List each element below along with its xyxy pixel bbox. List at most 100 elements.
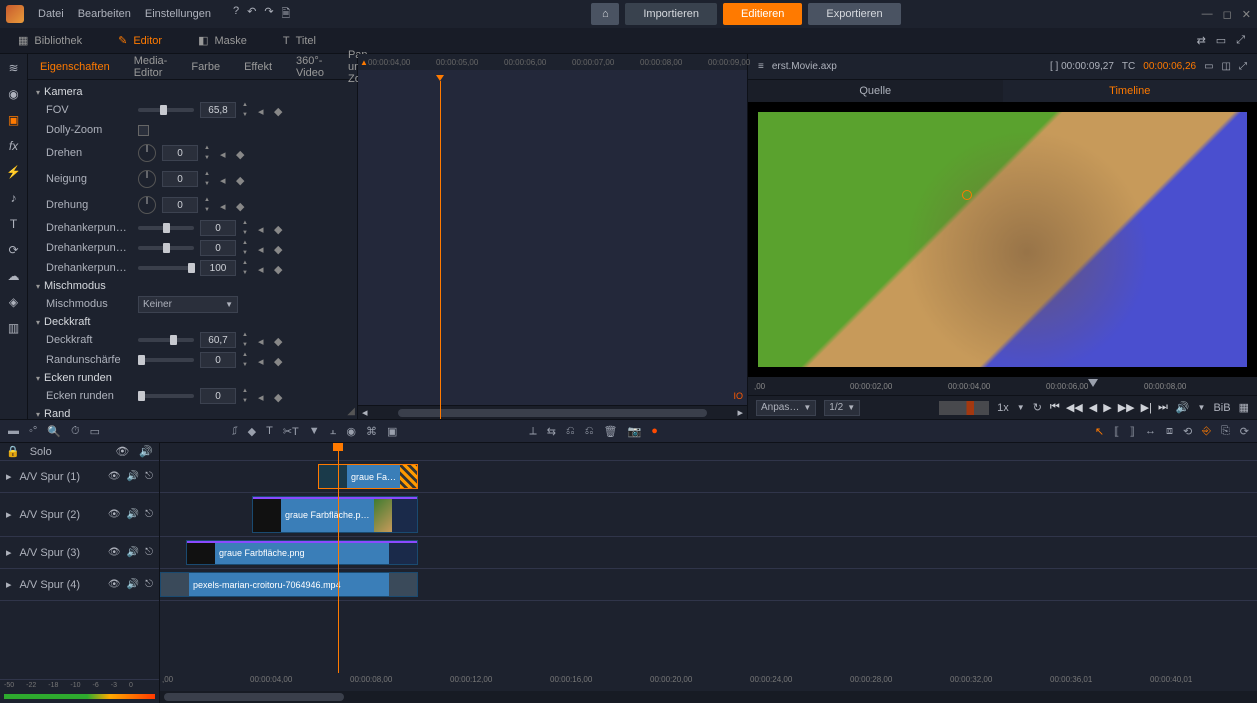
- keyframe-prev-icon[interactable]: ◂: [258, 243, 268, 253]
- lock-icon[interactable]: 🔒: [6, 445, 20, 458]
- rail-text-icon[interactable]: T: [6, 216, 22, 232]
- speaker-icon[interactable]: 🔊: [127, 547, 139, 558]
- keyframe-prev-icon[interactable]: ◂: [220, 148, 230, 158]
- preview-tab-quelle[interactable]: Quelle: [748, 80, 1003, 102]
- dial-neigung[interactable]: [138, 170, 156, 188]
- input-dapx[interactable]: [200, 220, 236, 236]
- tab-editor[interactable]: ✎ Editor: [100, 28, 180, 53]
- prop-tab-media[interactable]: Media-Editor: [122, 55, 180, 79]
- redo-icon[interactable]: ↷: [264, 5, 273, 24]
- keyframe-prev-icon[interactable]: ◂: [258, 105, 268, 115]
- keyframe-add-icon[interactable]: ◆: [274, 391, 284, 401]
- input-dapz[interactable]: [200, 260, 236, 276]
- eye-icon[interactable]: 👁: [108, 547, 121, 558]
- rail-audio-icon[interactable]: ♪: [6, 190, 22, 206]
- tool-keyframe-icon[interactable]: ◆: [248, 425, 256, 438]
- tool-ripple-icon[interactable]: ⟲: [1183, 425, 1192, 438]
- tool-razor-icon[interactable]: ⟂: [529, 425, 536, 438]
- volume-icon[interactable]: 🔊: [1176, 401, 1190, 414]
- spinner-dapz[interactable]: ▲▼: [242, 260, 252, 276]
- preview-tab-timeline[interactable]: Timeline: [1003, 80, 1257, 102]
- tool-trans-icon[interactable]: ⫠: [330, 425, 337, 438]
- solo-label[interactable]: Solo: [30, 446, 52, 458]
- slider-fov[interactable]: [138, 108, 194, 112]
- tab-library[interactable]: ▦ Bibliothek: [0, 28, 100, 53]
- input-neigung[interactable]: [162, 171, 198, 187]
- slider-dapy[interactable]: [138, 246, 194, 250]
- input-drehung[interactable]: [162, 197, 198, 213]
- clip-4[interactable]: pexels-marian-croitoru-7064946.mp4: [160, 572, 418, 597]
- spinner-dapx[interactable]: ▲▼: [242, 220, 252, 236]
- import-button[interactable]: Importieren: [625, 3, 717, 25]
- keyframe-add-icon[interactable]: ◆: [274, 263, 284, 273]
- tool-group-icon[interactable]: ▣: [387, 425, 397, 438]
- chevron-down-icon[interactable]: ▼: [1017, 403, 1025, 412]
- keyframe-add-icon[interactable]: ◆: [274, 105, 284, 115]
- undo-icon[interactable]: ↶: [247, 5, 256, 24]
- preview-popout-icon[interactable]: ⤢: [1239, 61, 1247, 72]
- track-lane-2[interactable]: graue Farbfläche.p…: [160, 493, 1257, 537]
- rail-box-icon[interactable]: ▣: [6, 112, 22, 128]
- keyframe-add-icon[interactable]: ◆: [236, 148, 246, 158]
- dial-drehung[interactable]: [138, 196, 156, 214]
- sync-icon[interactable]: ⎋: [145, 471, 153, 482]
- timeline-playhead[interactable]: [338, 443, 339, 673]
- track-lane-3[interactable]: graue Farbfläche.png: [160, 537, 1257, 569]
- preview-zoom-select[interactable]: 1/2▼: [824, 400, 860, 416]
- tool-slip-icon[interactable]: ↔: [1145, 425, 1156, 438]
- section-kamera[interactable]: Kamera: [32, 84, 351, 100]
- loop-icon[interactable]: ↻: [1033, 401, 1042, 414]
- preview-bib-label[interactable]: BiB: [1213, 402, 1230, 414]
- keyframe-playhead[interactable]: [440, 81, 441, 419]
- window-minimize-icon[interactable]: —: [1202, 8, 1213, 21]
- tool-record-icon[interactable]: ●: [651, 425, 658, 438]
- sync-icon[interactable]: ⎋: [145, 509, 153, 520]
- slider-randun[interactable]: [138, 358, 194, 362]
- speaker-icon[interactable]: 🔊: [127, 579, 139, 590]
- keyframe-prev-icon[interactable]: ◂: [258, 335, 268, 345]
- tool-marker-icon[interactable]: ◦°: [29, 425, 37, 438]
- tool-split-icon[interactable]: ✂T: [283, 425, 299, 438]
- input-deckkraft[interactable]: [200, 332, 236, 348]
- help-icon[interactable]: ?: [233, 5, 239, 24]
- tool-overwrite-icon[interactable]: ⎘: [1221, 425, 1230, 438]
- prop-tab-farbe[interactable]: Farbe: [179, 61, 232, 73]
- clip-2[interactable]: graue Farbfläche.p…: [252, 496, 418, 533]
- tool-3d-icon[interactable]: ◉: [346, 425, 356, 438]
- eye-icon[interactable]: 👁: [108, 471, 121, 482]
- keyframe-prev-icon[interactable]: ◂: [258, 263, 268, 273]
- menu-file[interactable]: Datei: [38, 8, 64, 20]
- keyframe-prev-icon[interactable]: ◂: [258, 391, 268, 401]
- window-close-icon[interactable]: ✕: [1242, 8, 1251, 21]
- collapse-icon[interactable]: ▸: [6, 508, 12, 521]
- grid-icon[interactable]: ▦: [1239, 401, 1249, 414]
- tool-mark-out-icon[interactable]: ⟧: [1129, 425, 1134, 438]
- tool-reverse-icon[interactable]: ⇆: [547, 425, 556, 438]
- spinner-dapy[interactable]: ▲▼: [242, 240, 252, 256]
- tool-auto-icon[interactable]: ⟳: [1240, 425, 1249, 438]
- spinner-ecken[interactable]: ▲▼: [242, 388, 252, 404]
- go-end-icon[interactable]: ⏭: [1158, 401, 1168, 414]
- keyframe-scrollbar[interactable]: ◂ ▸: [358, 405, 747, 419]
- rail-motion-icon[interactable]: ⟳: [6, 242, 22, 258]
- menu-settings[interactable]: Einstellungen: [145, 8, 211, 20]
- tool-zoom-icon[interactable]: 🔍: [47, 425, 61, 438]
- input-ecken[interactable]: [200, 388, 236, 404]
- spinner-neigung[interactable]: ▲▼: [204, 171, 214, 187]
- input-randun[interactable]: [200, 352, 236, 368]
- spinner-fov[interactable]: ▲▼: [242, 102, 252, 118]
- rail-diamond-icon[interactable]: ◈: [6, 294, 22, 310]
- track-header-3[interactable]: ▸ A/V Spur (3) 👁🔊⎋: [0, 537, 159, 569]
- window-maximize-icon[interactable]: ◻: [1223, 8, 1232, 21]
- input-fov[interactable]: [200, 102, 236, 118]
- play-icon[interactable]: ▶: [1103, 401, 1111, 414]
- input-drehen[interactable]: [162, 145, 198, 161]
- keyframe-prev-icon[interactable]: ◂: [220, 200, 230, 210]
- section-mischmodus[interactable]: Mischmodus: [32, 278, 351, 294]
- preview-layout-icon[interactable]: ▭: [1204, 61, 1213, 72]
- go-start-icon[interactable]: ⏮: [1050, 401, 1060, 414]
- slider-dapz[interactable]: [138, 266, 194, 270]
- sync-icon[interactable]: ⎋: [145, 547, 153, 558]
- rail-lightning-icon[interactable]: ⚡: [6, 164, 22, 180]
- tool-mark-in-icon[interactable]: ⟦: [1114, 425, 1119, 438]
